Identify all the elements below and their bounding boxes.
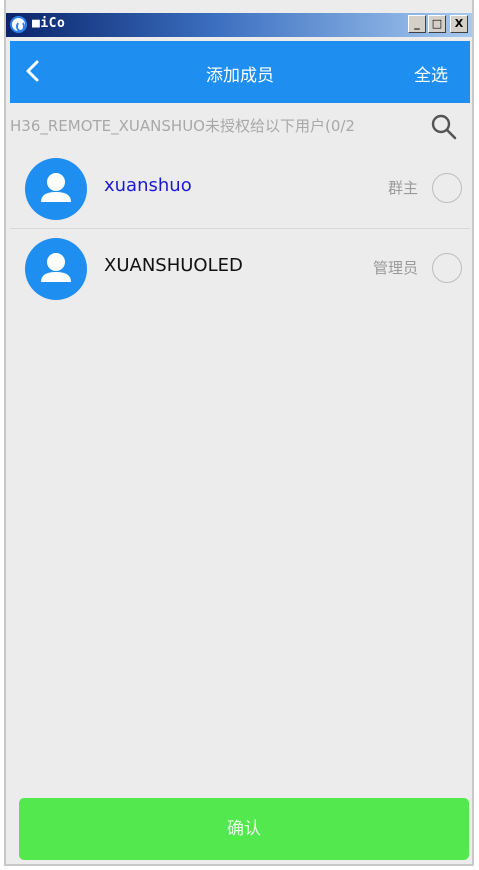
window-title: ■iCo: [32, 16, 66, 31]
member-name: xuanshuo: [104, 175, 192, 196]
maximize-button[interactable]: □: [428, 15, 446, 33]
user-avatar-icon: [25, 238, 87, 300]
select-all-button[interactable]: 全选: [414, 61, 448, 86]
user-avatar-icon: [25, 158, 87, 220]
select-radio[interactable]: [432, 253, 462, 283]
search-icon[interactable]: [430, 113, 458, 141]
member-role: 管理员: [372, 259, 418, 277]
member-name: XUANSHUOLED: [104, 255, 243, 276]
member-row[interactable]: xuanshuo 群主: [10, 150, 470, 229]
member-row[interactable]: XUANSHUOLED 管理员: [10, 230, 470, 308]
title-bar[interactable]: ■iCo _ □ X: [6, 13, 472, 37]
close-button[interactable]: X: [450, 15, 468, 33]
unauthorized-users-caption: H36_REMOTE_XUANSHUO未授权给以下用户(0/2: [10, 117, 355, 135]
select-radio[interactable]: [432, 173, 462, 203]
app-logo-icon: [10, 16, 27, 33]
confirm-button[interactable]: 确认: [19, 798, 469, 860]
app-header: 添加成员 全选: [10, 41, 470, 103]
page-title: 添加成员: [206, 66, 274, 86]
minimize-button[interactable]: _: [408, 15, 426, 33]
member-role: 群主: [387, 179, 418, 197]
